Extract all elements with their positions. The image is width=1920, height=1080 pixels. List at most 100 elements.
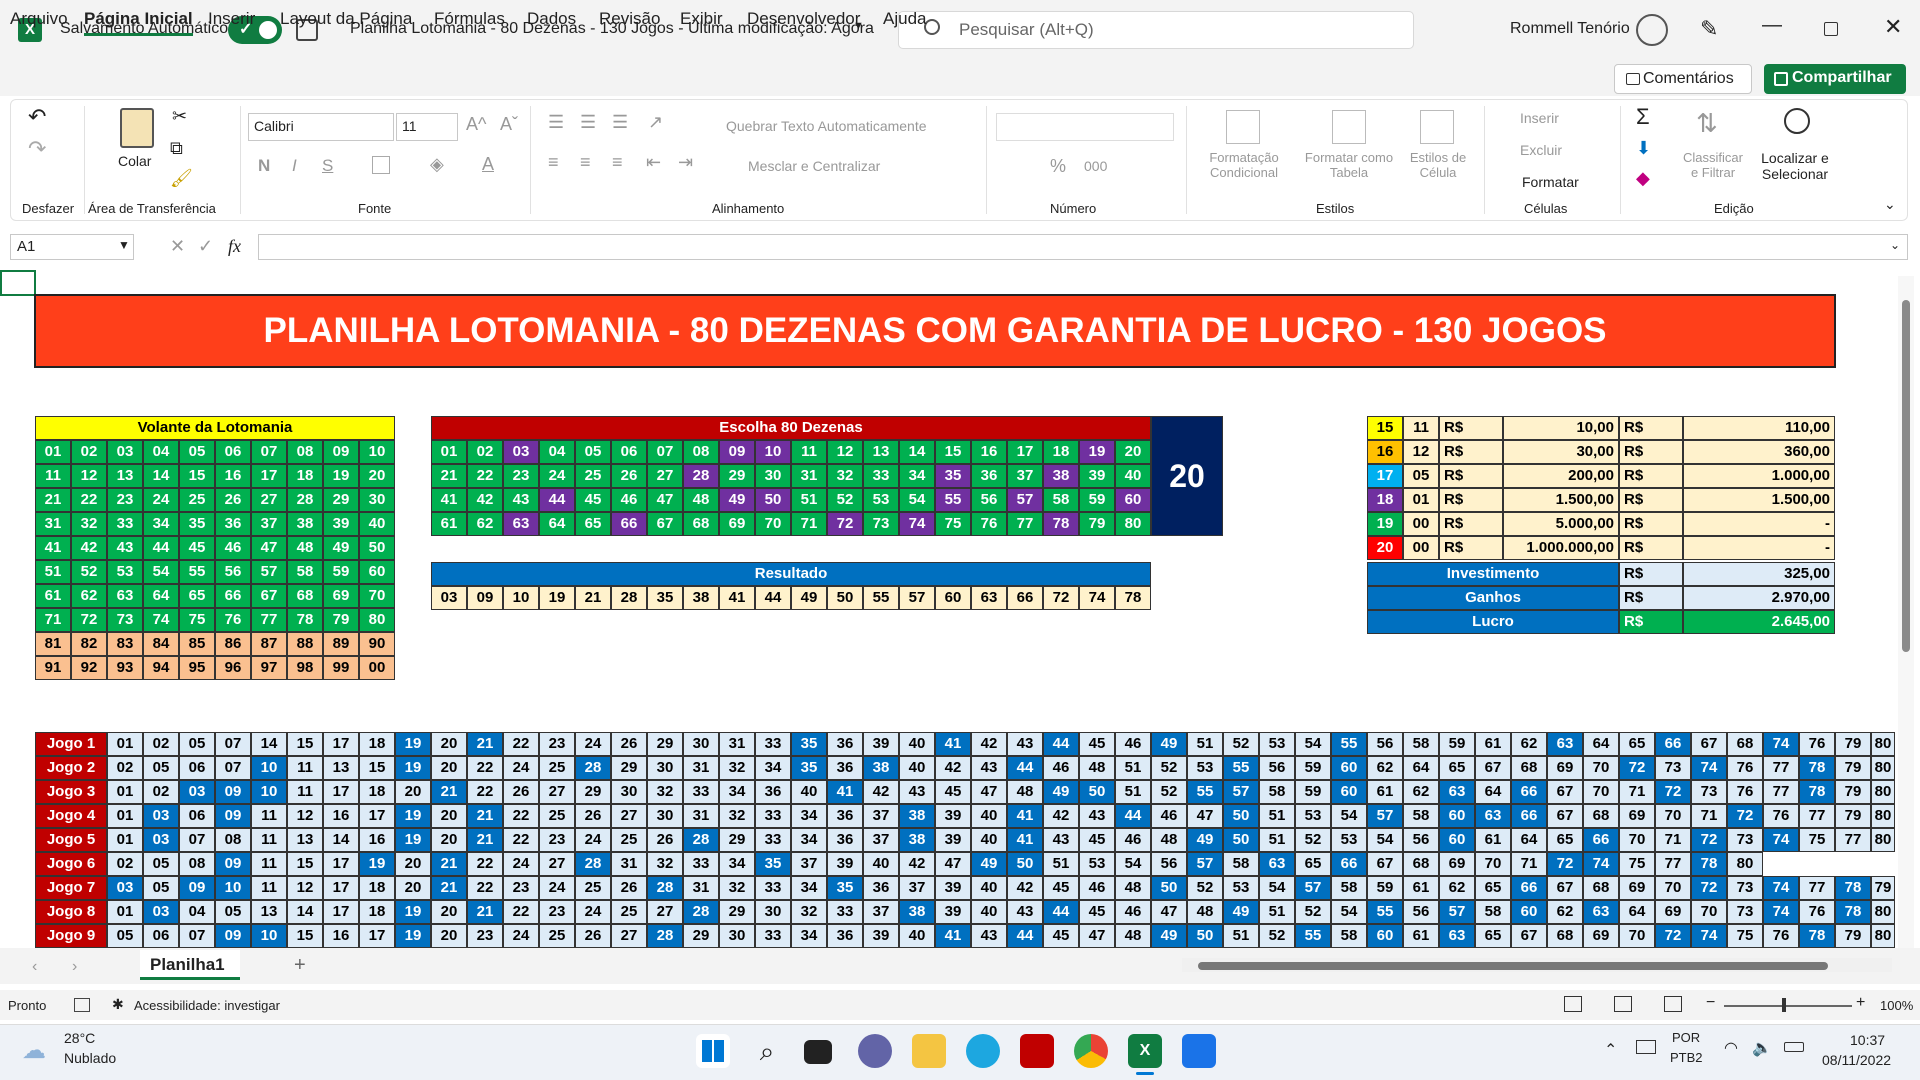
game-number[interactable]: 33 [683, 780, 719, 804]
escolha-number[interactable]: 44 [539, 488, 575, 512]
restore-icon[interactable] [1824, 22, 1838, 36]
game-number[interactable]: 72 [1655, 780, 1691, 804]
game-number[interactable]: 45 [1043, 924, 1079, 948]
prize-value[interactable]: 30,00 [1503, 440, 1619, 464]
prize-total[interactable]: 360,00 [1683, 440, 1835, 464]
resultado-number[interactable]: 57 [899, 586, 935, 610]
game-number[interactable]: 11 [251, 804, 287, 828]
game-number[interactable]: 78 [1799, 756, 1835, 780]
game-number[interactable]: 71 [1619, 780, 1655, 804]
game-number[interactable]: 01 [107, 804, 143, 828]
game-number[interactable]: 28 [575, 852, 611, 876]
escolha-number[interactable]: 41 [431, 488, 467, 512]
escolha-number[interactable]: 21 [431, 464, 467, 488]
game-number[interactable]: 53 [1295, 804, 1331, 828]
game-label[interactable]: Jogo 7 [35, 876, 107, 900]
game-number[interactable]: 19 [395, 732, 431, 756]
formula-input[interactable] [258, 234, 1908, 260]
game-number[interactable]: 01 [107, 900, 143, 924]
game-number[interactable]: 74 [1583, 852, 1619, 876]
file-explorer-icon[interactable] [912, 1034, 946, 1068]
prize-currency[interactable]: R$ [1619, 512, 1683, 536]
game-number[interactable]: 40 [899, 924, 935, 948]
game-number[interactable]: 63 [1583, 900, 1619, 924]
game-number[interactable]: 12 [287, 876, 323, 900]
menu-item[interactable]: Exibir [680, 9, 723, 29]
escolha-number[interactable]: 64 [539, 512, 575, 536]
menu-item[interactable]: Inserir [208, 9, 255, 29]
escolha-number[interactable]: 58 [1043, 488, 1079, 512]
game-number[interactable]: 64 [1403, 756, 1439, 780]
game-number[interactable]: 33 [755, 804, 791, 828]
game-number[interactable]: 17 [323, 900, 359, 924]
game-number[interactable]: 29 [647, 732, 683, 756]
game-number[interactable]: 59 [1295, 780, 1331, 804]
delete-cells-button[interactable]: Excluir [1520, 142, 1562, 158]
game-number[interactable]: 15 [287, 732, 323, 756]
speaker-icon[interactable]: 🔈 [1752, 1038, 1772, 1058]
escolha-number[interactable]: 17 [1007, 440, 1043, 464]
prize-hits[interactable]: 19 [1367, 512, 1403, 536]
copy-icon[interactable]: ⧉ [170, 138, 183, 159]
game-number[interactable]: 39 [935, 804, 971, 828]
escolha-number[interactable]: 30 [755, 464, 791, 488]
volante-number[interactable]: 99 [323, 656, 359, 680]
summary-value[interactable]: 2.645,00 [1683, 610, 1835, 634]
volante-number[interactable]: 62 [71, 584, 107, 608]
escolha-number[interactable]: 24 [539, 464, 575, 488]
game-number[interactable]: 32 [719, 756, 755, 780]
game-number[interactable]: 05 [107, 924, 143, 948]
game-number[interactable]: 52 [1151, 756, 1187, 780]
volante-number[interactable]: 93 [107, 656, 143, 680]
prize-total[interactable]: 110,00 [1683, 416, 1835, 440]
game-number[interactable]: 25 [539, 924, 575, 948]
fx-icon[interactable]: fx [228, 236, 241, 257]
game-number[interactable]: 46 [1115, 900, 1151, 924]
game-number[interactable]: 20 [431, 732, 467, 756]
game-number[interactable]: 66 [1583, 828, 1619, 852]
volante-number[interactable]: 61 [35, 584, 71, 608]
game-number[interactable]: 64 [1619, 900, 1655, 924]
volante-number[interactable]: 18 [287, 464, 323, 488]
game-number[interactable]: 80 [1871, 780, 1895, 804]
volante-number[interactable]: 63 [107, 584, 143, 608]
onedrive-icon[interactable] [1636, 1040, 1656, 1054]
game-number[interactable]: 58 [1259, 780, 1295, 804]
volante-number[interactable]: 73 [107, 608, 143, 632]
game-number[interactable]: 59 [1367, 876, 1403, 900]
game-number[interactable]: 68 [1727, 732, 1763, 756]
game-number[interactable]: 05 [143, 756, 179, 780]
game-number[interactable]: 29 [719, 900, 755, 924]
game-number[interactable]: 55 [1295, 924, 1331, 948]
volante-number[interactable]: 44 [143, 536, 179, 560]
game-number[interactable]: 73 [1727, 876, 1763, 900]
game-number[interactable]: 34 [719, 852, 755, 876]
escolha-number[interactable]: 54 [899, 488, 935, 512]
escolha-number[interactable]: 15 [935, 440, 971, 464]
resultado-number[interactable]: 28 [611, 586, 647, 610]
game-number[interactable]: 21 [467, 732, 503, 756]
summary-currency[interactable]: R$ [1619, 610, 1683, 634]
percent-button[interactable]: % [1050, 156, 1066, 177]
escolha-number[interactable]: 08 [683, 440, 719, 464]
page-break-icon[interactable] [1664, 996, 1682, 1012]
game-number[interactable]: 36 [827, 732, 863, 756]
volante-number[interactable]: 29 [323, 488, 359, 512]
volante-number[interactable]: 01 [35, 440, 71, 464]
increase-font-icon[interactable]: A^ [466, 114, 486, 135]
clear-icon[interactable]: ◆ [1636, 168, 1650, 189]
resultado-number[interactable]: 44 [755, 586, 791, 610]
escolha-number[interactable]: 22 [467, 464, 503, 488]
game-number[interactable]: 44 [1007, 924, 1043, 948]
zoom-out-icon[interactable]: − [1706, 994, 1715, 1012]
game-number[interactable]: 60 [1331, 780, 1367, 804]
volante-number[interactable]: 27 [251, 488, 287, 512]
game-number[interactable]: 31 [683, 756, 719, 780]
game-number[interactable]: 74 [1763, 876, 1799, 900]
game-number[interactable]: 24 [575, 900, 611, 924]
volante-number[interactable]: 33 [107, 512, 143, 536]
accessibility-icon[interactable]: ✱ [112, 996, 124, 1013]
escolha-number[interactable]: 59 [1079, 488, 1115, 512]
game-number[interactable]: 19 [395, 804, 431, 828]
game-number[interactable]: 41 [935, 732, 971, 756]
